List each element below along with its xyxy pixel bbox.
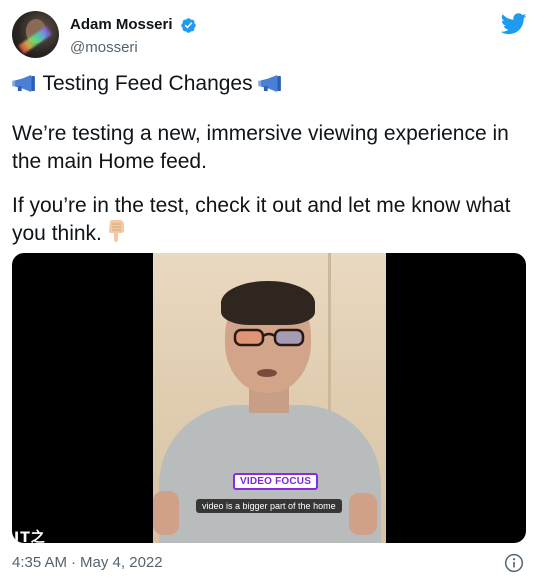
twitter-bird-icon[interactable] bbox=[501, 13, 527, 35]
tweet-card: Adam Mosseri @mosseri Testing Feed Chang… bbox=[0, 0, 545, 579]
author-display-name[interactable]: Adam Mosseri bbox=[70, 15, 173, 35]
video-person-hair bbox=[221, 281, 315, 325]
tweet-date: May 4, 2022 bbox=[80, 554, 163, 571]
tweet-paragraph-2-wrapper: If you’re in the test, check it out and … bbox=[12, 192, 532, 248]
info-icon[interactable] bbox=[504, 553, 524, 573]
verified-badge-icon bbox=[181, 17, 196, 33]
video-player[interactable]: VIDEO FOCUS video is a bigger part of th… bbox=[12, 253, 526, 543]
video-watermark: IT之 bbox=[14, 530, 46, 543]
video-person-hand-right bbox=[349, 493, 377, 535]
video-person-glasses bbox=[233, 328, 305, 347]
tweet-timestamp[interactable]: 4:35 AM · May 4, 2022 bbox=[12, 553, 163, 573]
video-person-mouth bbox=[257, 369, 277, 377]
author-info: Adam Mosseri @mosseri bbox=[70, 15, 197, 58]
author-handle[interactable]: @mosseri bbox=[70, 38, 197, 58]
tweet-paragraph-2: If you’re in the test, check it out and … bbox=[12, 194, 511, 245]
tweet-paragraph-1: We’re testing a new, immersive viewing e… bbox=[12, 122, 509, 173]
megaphone-icon bbox=[12, 75, 35, 92]
tweet-heading: Testing Feed Changes bbox=[42, 72, 253, 95]
avatar[interactable] bbox=[12, 11, 59, 58]
tweet-heading-line: Testing Feed Changes bbox=[12, 70, 532, 98]
tweet-time: 4:35 AM bbox=[12, 554, 68, 571]
video-background-wall bbox=[328, 253, 331, 423]
video-focus-tag: VIDEO FOCUS bbox=[233, 473, 319, 490]
meta-separator: · bbox=[71, 554, 77, 571]
video-caption: video is a bigger part of the home bbox=[196, 499, 342, 513]
video-person-hand-left bbox=[153, 491, 179, 535]
megaphone-icon bbox=[258, 75, 282, 92]
pointing-down-hand-icon bbox=[108, 220, 124, 242]
